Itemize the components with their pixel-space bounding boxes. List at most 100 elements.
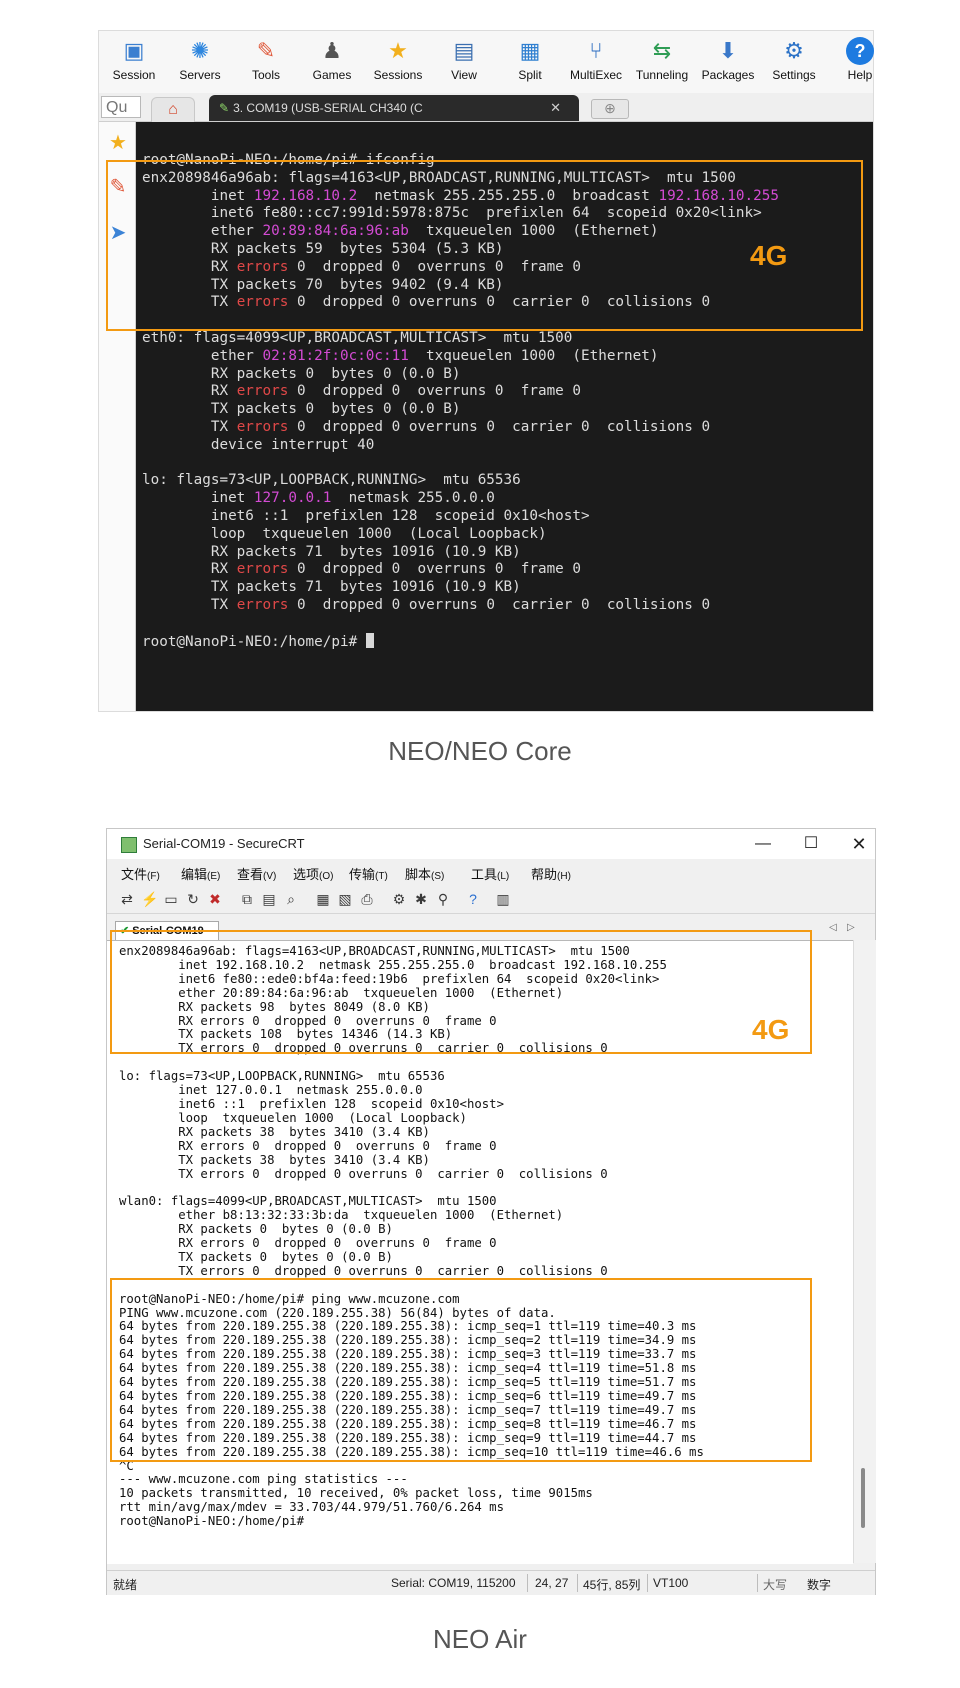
menu-item[interactable]: 帮助(H) — [531, 864, 571, 883]
mobaxterm-window: ▣ Session ✺ Servers ✎ Tools ♟ Games ★ Sessions ▤ Vi… — [98, 30, 874, 712]
terminal-line: RX errors 0 dropped 0 overruns 0 frame 0 — [119, 1138, 497, 1153]
toolbar-label: Tools — [251, 68, 280, 82]
menu-accelerator: (T) — [375, 871, 388, 882]
session-icon: ▣ — [123, 38, 145, 63]
split-icon: ▦ — [519, 38, 541, 63]
serial-plug-icon: ✎ — [219, 101, 230, 115]
print-icon[interactable]: ⎙ — [359, 891, 375, 907]
terminal-line: rtt min/avg/max/mdev = 33.703/44.979/51.… — [119, 1500, 504, 1515]
copy-icon[interactable]: ⧉ — [239, 891, 255, 907]
toolbar-packages-button[interactable]: ⬇ Packages — [697, 35, 759, 89]
menu-accelerator: (E) — [207, 871, 221, 882]
terminal-line: TX errors 0 dropped 0 overruns 0 carrier… — [119, 1263, 608, 1278]
badge-4g: 4G — [752, 1014, 790, 1045]
status-num: 数字 — [807, 1578, 832, 1592]
menu-accelerator: (O) — [319, 871, 334, 882]
status-ready: 就绪 — [113, 1578, 138, 1592]
toolbar-help-button[interactable]: ? Help — [829, 35, 891, 89]
disconnect-icon[interactable]: ✖ — [207, 891, 223, 907]
close-tab-icon[interactable]: ✕ — [550, 95, 561, 121]
menu-bar: 文件(F) 编辑(E) 查看(V) 选项(O) 传输(T) 脚本(S) 工具(L) 帮助(H) — [107, 859, 875, 885]
menu-item[interactable]: 编辑(E) — [181, 864, 220, 883]
menu-label: 工具 — [471, 867, 498, 882]
vertical-scrollbar[interactable] — [853, 940, 876, 1563]
highlight-ping-result — [110, 1278, 812, 1462]
menu-label: 脚本 — [405, 867, 432, 882]
log-icon[interactable]: ▥ — [495, 891, 511, 907]
toolbar-label: MultiExec — [569, 68, 622, 82]
toolbar-servers-button[interactable]: ✺ Servers — [169, 35, 231, 89]
terminal-line: loop txqueuelen 1000 (Local Loopback) — [119, 1110, 467, 1125]
menu-item[interactable]: 文件(F) — [121, 864, 160, 883]
home-tab[interactable]: ⌂ — [151, 97, 195, 122]
tunneling-icon: ⇆ — [652, 38, 672, 63]
menu-item[interactable]: 选项(O) — [293, 864, 333, 883]
reconnect-icon[interactable]: ↻ — [185, 891, 201, 907]
terminal-line: RX packets 38 bytes 3410 (3.4 KB) — [119, 1124, 430, 1139]
games-icon: ♟ — [322, 38, 342, 63]
toolbar-label: Settings — [772, 68, 816, 82]
toolbar-view-button[interactable]: ▤ View — [433, 35, 495, 89]
find-icon[interactable]: ⌕ — [283, 891, 299, 907]
toolbar-label: Packages — [701, 68, 755, 82]
main-toolbar: ▣ Session ✺ Servers ✎ Tools ♟ Games ★ Sessions ▤ Vi… — [99, 31, 874, 93]
scrollbar-thumb[interactable] — [861, 1468, 865, 1528]
global-options-icon[interactable]: ✱ — [413, 891, 429, 907]
toolbar-session-button[interactable]: ▣ Session — [103, 35, 165, 89]
minimize-button[interactable]: — — [743, 831, 783, 857]
menu-label: 选项 — [293, 867, 320, 882]
sessions-star-icon[interactable]: ★ — [105, 128, 131, 158]
quick-connect-input[interactable]: Qu — [101, 96, 141, 118]
toolbar-label: View — [451, 68, 477, 82]
menu-label: 帮助 — [531, 867, 558, 882]
tab-scroll-right-icon[interactable]: ▷ — [847, 922, 855, 933]
maximize-button[interactable]: ☐ — [791, 831, 831, 857]
tab-com19[interactable]: ✎ 3. COM19 (USB-SERIAL CH340 (C ✕ — [209, 95, 579, 121]
window-title: Serial-COM19 - SecureCRT — [143, 836, 305, 851]
toolbar-label: Help — [847, 68, 873, 82]
status-divider — [577, 1574, 578, 1592]
close-button[interactable]: ✕ — [839, 831, 879, 857]
status-emulation: VT100 — [653, 1576, 689, 1590]
status-cursor: 24, 27 — [535, 1576, 569, 1590]
toolbar-settings-button[interactable]: ⚙ Settings — [763, 35, 825, 89]
caption-neo-core: NEO/NEO Core — [388, 736, 572, 766]
status-divider — [757, 1574, 758, 1592]
menu-item[interactable]: 传输(T) — [349, 864, 388, 883]
status-serial: Serial: COM19, 115200 — [391, 1576, 516, 1590]
menu-accelerator: (L) — [497, 871, 510, 882]
menu-item[interactable]: 工具(L) — [471, 864, 509, 883]
toolbar-multiexec-button[interactable]: ⑂ MultiExec — [565, 35, 627, 89]
toolbar-label: Tunneling — [635, 68, 689, 82]
print-setup-icon[interactable]: ▦ — [315, 891, 331, 907]
terminal-line: --- www.mcuzone.com ping statistics --- — [119, 1472, 408, 1487]
highlight-4g-interface — [110, 930, 812, 1054]
terminal-line: inet6 ::1 prefixlen 128 scopeid 0x10<hos… — [119, 1096, 504, 1111]
menu-label: 查看 — [237, 867, 264, 882]
session-options-icon[interactable]: ⚙ — [391, 891, 407, 907]
tab-scroll-left-icon[interactable]: ◁ — [829, 922, 837, 933]
menu-item[interactable]: 查看(V) — [237, 864, 276, 883]
toolbar-label: Sessions — [373, 68, 423, 82]
toolbar-games-button[interactable]: ♟ Games — [301, 35, 363, 89]
connect-tab-icon[interactable]: ▭ — [163, 891, 179, 907]
terminal-line: RX errors 0 dropped 0 overruns 0 frame 0 — [119, 1236, 497, 1251]
quick-connect-icon[interactable]: ⚡ — [141, 891, 158, 907]
terminal-line: root@NanoPi-NEO:/home/pi# — [119, 1514, 305, 1529]
settings-icon: ⚙ — [784, 38, 804, 63]
toolbar-label: Games — [312, 68, 352, 82]
print-selection-icon[interactable]: ▧ — [337, 891, 353, 907]
menu-label: 传输 — [349, 867, 376, 882]
help-icon[interactable]: ? — [465, 891, 481, 907]
tools-icon: ✎ — [256, 38, 276, 63]
connect-icon[interactable]: ⇄ — [119, 891, 135, 907]
toolbar-sessions-button[interactable]: ★ Sessions — [367, 35, 429, 89]
keymap-icon[interactable]: ⚲ — [435, 891, 451, 907]
menu-item[interactable]: 脚本(S) — [405, 864, 444, 883]
toolbar-split-button[interactable]: ▦ Split — [499, 35, 561, 89]
menu-label: 编辑 — [181, 867, 208, 882]
paste-icon[interactable]: ▤ — [261, 891, 277, 907]
new-tab-button[interactable]: ⊕ — [591, 99, 629, 119]
toolbar-tunneling-button[interactable]: ⇆ Tunneling — [631, 35, 693, 89]
toolbar-tools-button[interactable]: ✎ Tools — [235, 35, 297, 89]
